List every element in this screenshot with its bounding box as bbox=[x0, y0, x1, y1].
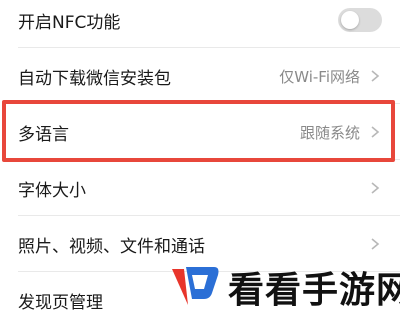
settings-row-font-size[interactable]: 字体大小 bbox=[0, 160, 400, 216]
watermark-text: 看看手游网 bbox=[228, 269, 400, 311]
settings-row-auto-download[interactable]: 自动下载微信安装包 仅Wi-Fi网络 bbox=[0, 48, 400, 104]
language-right: 跟随系统 bbox=[300, 122, 382, 143]
language-label: 多语言 bbox=[18, 124, 69, 145]
media-label: 照片、视频、文件和通话 bbox=[18, 236, 205, 257]
chevron-right-icon bbox=[371, 238, 380, 250]
kankan-logo-icon bbox=[172, 267, 219, 305]
chevron-right-icon bbox=[371, 182, 380, 194]
auto-download-label: 自动下载微信安装包 bbox=[18, 68, 171, 89]
discover-label: 发现页管理 bbox=[18, 292, 103, 313]
watermark: 看看手游网 bbox=[168, 262, 400, 312]
auto-download-right: 仅Wi-Fi网络 bbox=[279, 66, 382, 87]
settings-row-language[interactable]: 多语言 跟随系统 bbox=[0, 104, 400, 160]
language-value: 跟随系统 bbox=[299, 123, 360, 142]
font-size-label: 字体大小 bbox=[18, 180, 86, 201]
chevron-right-icon bbox=[371, 126, 380, 138]
chevron-right-icon bbox=[371, 70, 380, 82]
auto-download-value: 仅Wi-Fi网络 bbox=[279, 67, 360, 86]
settings-row-nfc[interactable]: 开启NFC功能 bbox=[0, 0, 400, 48]
nfc-toggle[interactable] bbox=[338, 8, 382, 32]
nfc-label: 开启NFC功能 bbox=[18, 12, 121, 33]
toggle-knob bbox=[341, 11, 359, 29]
